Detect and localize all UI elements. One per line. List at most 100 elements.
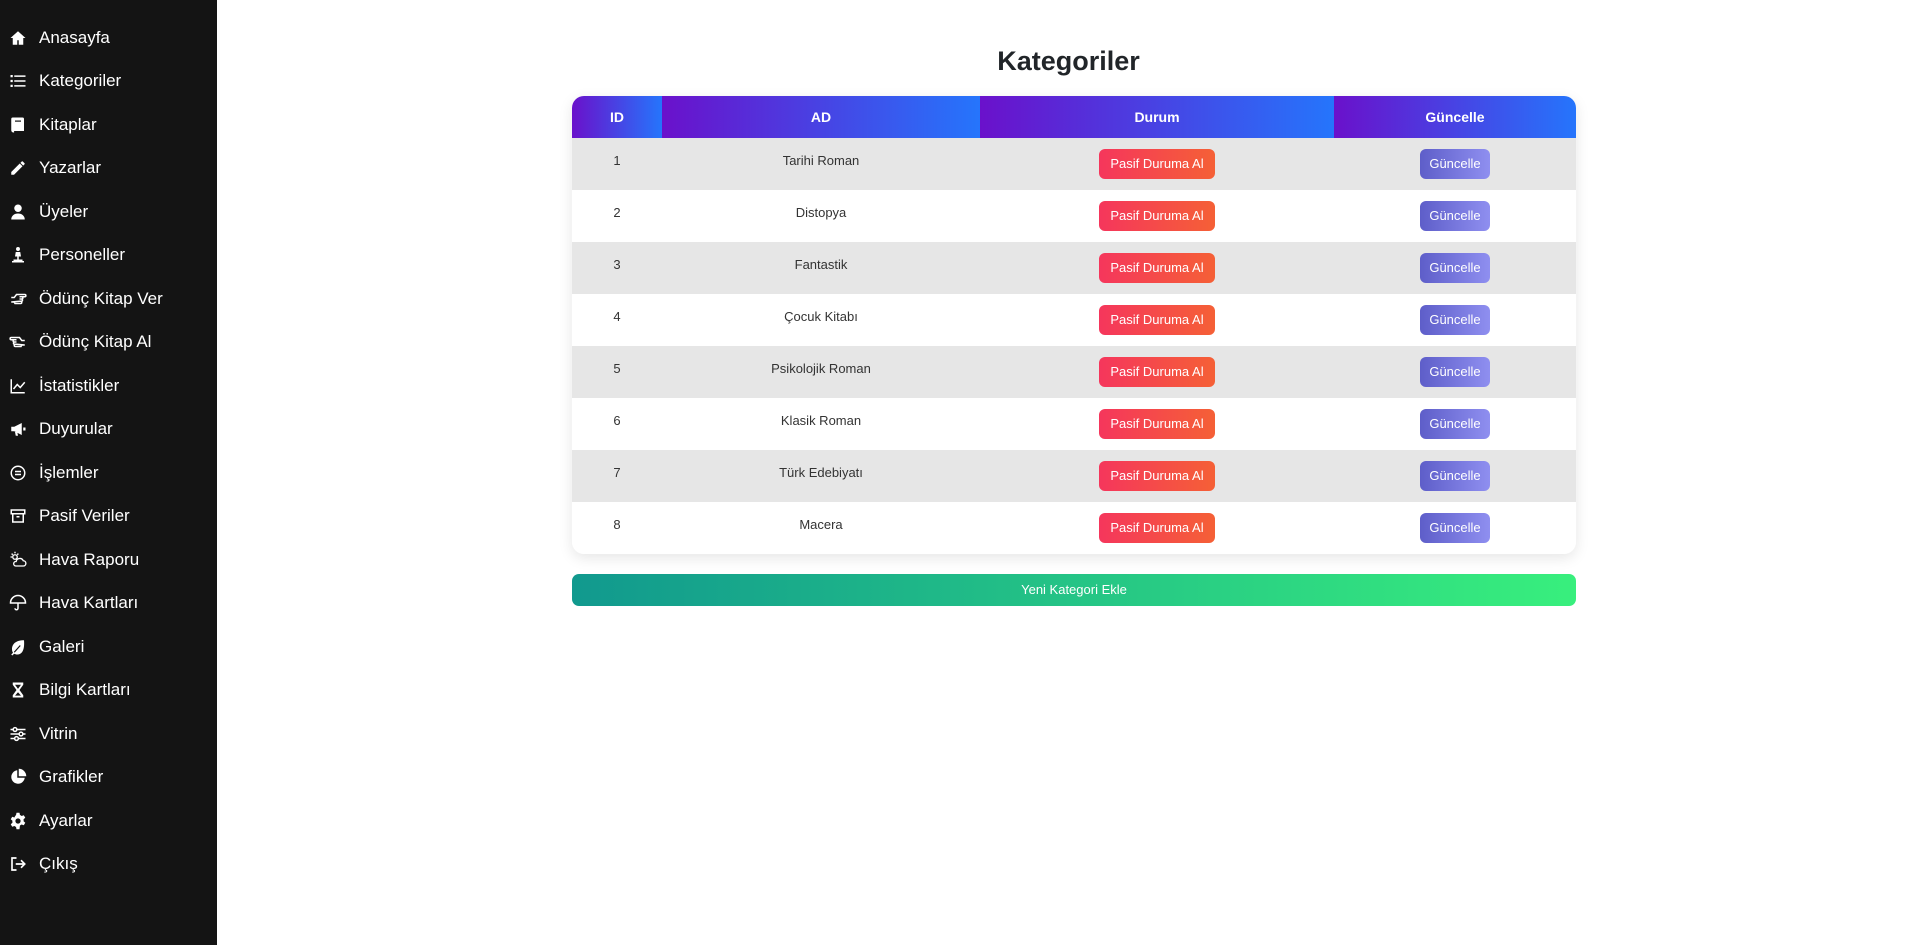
add-category-button[interactable]: Yeni Kategori Ekle — [572, 574, 1576, 606]
sidebar-item-home[interactable]: Anasayfa — [0, 16, 217, 60]
sidebar-item-chart-line[interactable]: İstatistikler — [0, 364, 217, 408]
cell-id: 5 — [572, 346, 662, 398]
cell-ad: Psikolojik Roman — [662, 346, 980, 398]
header-id: ID — [572, 96, 662, 138]
sidebar-item-label: İstatistikler — [39, 375, 120, 395]
sidebar-item-label: Üyeler — [39, 201, 89, 221]
sidebar-item-label: Ödünç Kitap Al — [39, 332, 152, 352]
leaf-icon — [9, 637, 39, 657]
sidebar-item-book[interactable]: Kitaplar — [0, 103, 217, 147]
hand-point-left-icon — [9, 332, 39, 352]
sidebar-item-label: Galeri — [39, 636, 85, 656]
sidebar-item-leaf[interactable]: Galeri — [0, 625, 217, 669]
cell-guncelle: Güncelle — [1334, 450, 1576, 502]
megaphone-icon — [9, 419, 39, 439]
sidebar-item-cloud-sun[interactable]: Hava Raporu — [0, 538, 217, 582]
cell-guncelle: Güncelle — [1334, 398, 1576, 450]
sidebar-item-megaphone[interactable]: Duyurular — [0, 408, 217, 452]
home-icon — [9, 28, 39, 48]
table-row: 3 Fantastik Pasif Duruma Al Güncelle — [572, 242, 1576, 294]
sidebar-item-label: Hava Raporu — [39, 549, 140, 569]
deactivate-button[interactable]: Pasif Duruma Al — [1099, 513, 1215, 543]
sidebar: Anasayfa Kategoriler Kitaplar Yazarlar Üyele… — [0, 0, 217, 945]
page-title: Kategoriler — [997, 46, 1140, 76]
hand-point-right-icon — [9, 289, 39, 309]
sidebar-item-archive-box[interactable]: Pasif Veriler — [0, 495, 217, 539]
user-icon — [9, 202, 39, 222]
deactivate-button[interactable]: Pasif Duruma Al — [1099, 149, 1215, 179]
update-button[interactable]: Güncelle — [1420, 305, 1490, 335]
cell-ad: Macera — [662, 502, 980, 554]
cell-ad: Türk Edebiyatı — [662, 450, 980, 502]
gear-icon — [9, 811, 39, 831]
cell-guncelle: Güncelle — [1334, 138, 1576, 190]
deactivate-button[interactable]: Pasif Duruma Al — [1099, 201, 1215, 231]
sidebar-item-circle-equals[interactable]: İşlemler — [0, 451, 217, 495]
sidebar-item-label: Duyurular — [39, 419, 113, 439]
header-ad: AD — [662, 96, 980, 138]
sidebar-item-pencil[interactable]: Yazarlar — [0, 147, 217, 191]
cell-durum: Pasif Duruma Al — [980, 294, 1334, 346]
sidebar-item-person-desk[interactable]: Personeller — [0, 234, 217, 278]
chart-pie-icon — [9, 767, 39, 787]
cell-durum: Pasif Duruma Al — [980, 138, 1334, 190]
cell-durum: Pasif Duruma Al — [980, 190, 1334, 242]
hourglass-icon — [9, 680, 39, 700]
deactivate-button[interactable]: Pasif Duruma Al — [1099, 253, 1215, 283]
update-button[interactable]: Güncelle — [1420, 357, 1490, 387]
sidebar-item-label: Pasif Veriler — [39, 506, 130, 526]
person-desk-icon — [9, 245, 39, 265]
cell-guncelle: Güncelle — [1334, 190, 1576, 242]
umbrella-icon — [9, 593, 39, 613]
deactivate-button[interactable]: Pasif Duruma Al — [1099, 461, 1215, 491]
header-durum: Durum — [980, 96, 1334, 138]
header-guncelle: Güncelle — [1334, 96, 1576, 138]
update-button[interactable]: Güncelle — [1420, 409, 1490, 439]
cell-guncelle: Güncelle — [1334, 294, 1576, 346]
sliders-icon — [9, 724, 39, 744]
table-header-row: ID AD Durum Güncelle — [572, 96, 1576, 138]
book-icon — [9, 115, 39, 135]
cell-id: 2 — [572, 190, 662, 242]
update-button[interactable]: Güncelle — [1420, 149, 1490, 179]
deactivate-button[interactable]: Pasif Duruma Al — [1099, 409, 1215, 439]
table-row: 5 Psikolojik Roman Pasif Duruma Al Güncelle — [572, 346, 1576, 398]
sidebar-item-label: Hava Kartları — [39, 593, 139, 613]
pencil-icon — [9, 158, 39, 178]
sidebar-item-chart-pie[interactable]: Grafikler — [0, 756, 217, 800]
cell-durum: Pasif Duruma Al — [980, 346, 1334, 398]
deactivate-button[interactable]: Pasif Duruma Al — [1099, 357, 1215, 387]
sidebar-item-label: Kategoriler — [39, 71, 122, 91]
cell-durum: Pasif Duruma Al — [980, 242, 1334, 294]
sidebar-item-gear[interactable]: Ayarlar — [0, 799, 217, 843]
update-button[interactable]: Güncelle — [1420, 513, 1490, 543]
sidebar-item-list[interactable]: Kategoriler — [0, 60, 217, 104]
cell-guncelle: Güncelle — [1334, 242, 1576, 294]
sidebar-item-label: Ödünç Kitap Ver — [39, 288, 163, 308]
sign-out-icon — [9, 854, 39, 874]
table-row: 4 Çocuk Kitabı Pasif Duruma Al Güncelle — [572, 294, 1576, 346]
cell-guncelle: Güncelle — [1334, 346, 1576, 398]
sidebar-item-hand-point-right[interactable]: Ödünç Kitap Ver — [0, 277, 217, 321]
cell-id: 3 — [572, 242, 662, 294]
update-button[interactable]: Güncelle — [1420, 201, 1490, 231]
cell-durum: Pasif Duruma Al — [980, 398, 1334, 450]
sidebar-item-sliders[interactable]: Vitrin — [0, 712, 217, 756]
cloud-sun-icon — [9, 550, 39, 570]
chart-line-icon — [9, 376, 39, 396]
sidebar-item-sign-out[interactable]: Çıkış — [0, 843, 217, 887]
table-body: 1 Tarihi Roman Pasif Duruma Al Güncelle 2 Dis… — [572, 138, 1576, 554]
table-row: 6 Klasik Roman Pasif Duruma Al Güncelle — [572, 398, 1576, 450]
cell-guncelle: Güncelle — [1334, 502, 1576, 554]
sidebar-item-hand-point-left[interactable]: Ödünç Kitap Al — [0, 321, 217, 365]
sidebar-item-label: Vitrin — [39, 723, 78, 743]
sidebar-item-user[interactable]: Üyeler — [0, 190, 217, 234]
cell-ad: Fantastik — [662, 242, 980, 294]
sidebar-item-umbrella[interactable]: Hava Kartları — [0, 582, 217, 626]
cell-id: 4 — [572, 294, 662, 346]
sidebar-item-hourglass[interactable]: Bilgi Kartları — [0, 669, 217, 713]
deactivate-button[interactable]: Pasif Duruma Al — [1099, 305, 1215, 335]
update-button[interactable]: Güncelle — [1420, 461, 1490, 491]
cell-id: 6 — [572, 398, 662, 450]
update-button[interactable]: Güncelle — [1420, 253, 1490, 283]
